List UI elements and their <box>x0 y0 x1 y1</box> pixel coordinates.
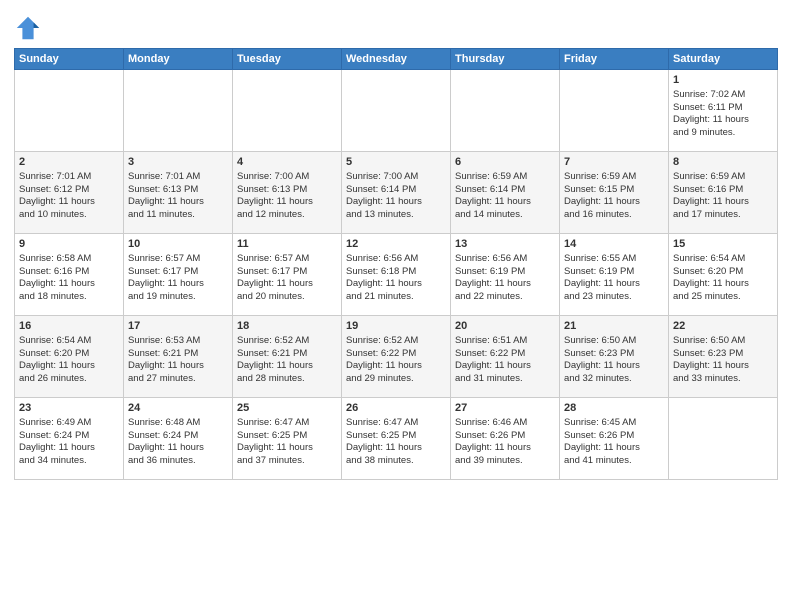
weekday-header-cell: Tuesday <box>233 49 342 70</box>
calendar-cell: 23Sunrise: 6:49 AMSunset: 6:24 PMDayligh… <box>15 398 124 480</box>
calendar-cell: 5Sunrise: 7:00 AMSunset: 6:14 PMDaylight… <box>342 152 451 234</box>
calendar-cell: 28Sunrise: 6:45 AMSunset: 6:26 PMDayligh… <box>560 398 669 480</box>
calendar-cell: 20Sunrise: 6:51 AMSunset: 6:22 PMDayligh… <box>451 316 560 398</box>
day-number: 22 <box>673 319 773 334</box>
calendar-cell: 16Sunrise: 6:54 AMSunset: 6:20 PMDayligh… <box>15 316 124 398</box>
day-number: 2 <box>19 155 119 170</box>
calendar-table: SundayMondayTuesdayWednesdayThursdayFrid… <box>14 48 778 480</box>
weekday-header-cell: Monday <box>124 49 233 70</box>
calendar-cell: 22Sunrise: 6:50 AMSunset: 6:23 PMDayligh… <box>669 316 778 398</box>
calendar-cell: 3Sunrise: 7:01 AMSunset: 6:13 PMDaylight… <box>124 152 233 234</box>
calendar-header: SundayMondayTuesdayWednesdayThursdayFrid… <box>15 49 778 70</box>
day-number: 21 <box>564 319 664 334</box>
calendar-cell <box>451 70 560 152</box>
day-number: 5 <box>346 155 446 170</box>
day-number: 4 <box>237 155 337 170</box>
day-number: 20 <box>455 319 555 334</box>
weekday-header-cell: Wednesday <box>342 49 451 70</box>
day-number: 25 <box>237 401 337 416</box>
day-number: 23 <box>19 401 119 416</box>
day-number: 12 <box>346 237 446 252</box>
day-number: 18 <box>237 319 337 334</box>
calendar-week-row: 16Sunrise: 6:54 AMSunset: 6:20 PMDayligh… <box>15 316 778 398</box>
weekday-header-row: SundayMondayTuesdayWednesdayThursdayFrid… <box>15 49 778 70</box>
calendar-week-row: 9Sunrise: 6:58 AMSunset: 6:16 PMDaylight… <box>15 234 778 316</box>
day-number: 24 <box>128 401 228 416</box>
calendar-cell: 18Sunrise: 6:52 AMSunset: 6:21 PMDayligh… <box>233 316 342 398</box>
calendar-cell: 7Sunrise: 6:59 AMSunset: 6:15 PMDaylight… <box>560 152 669 234</box>
day-number: 1 <box>673 73 773 88</box>
calendar-cell: 6Sunrise: 6:59 AMSunset: 6:14 PMDaylight… <box>451 152 560 234</box>
day-number: 28 <box>564 401 664 416</box>
calendar-cell: 27Sunrise: 6:46 AMSunset: 6:26 PMDayligh… <box>451 398 560 480</box>
calendar-cell <box>560 70 669 152</box>
day-number: 11 <box>237 237 337 252</box>
calendar-cell: 24Sunrise: 6:48 AMSunset: 6:24 PMDayligh… <box>124 398 233 480</box>
calendar-cell <box>342 70 451 152</box>
calendar-cell: 4Sunrise: 7:00 AMSunset: 6:13 PMDaylight… <box>233 152 342 234</box>
calendar-cell: 21Sunrise: 6:50 AMSunset: 6:23 PMDayligh… <box>560 316 669 398</box>
calendar-cell <box>124 70 233 152</box>
calendar-week-row: 1Sunrise: 7:02 AMSunset: 6:11 PMDaylight… <box>15 70 778 152</box>
weekday-header-cell: Thursday <box>451 49 560 70</box>
day-number: 8 <box>673 155 773 170</box>
calendar-cell: 10Sunrise: 6:57 AMSunset: 6:17 PMDayligh… <box>124 234 233 316</box>
header-row <box>14 10 778 42</box>
day-number: 13 <box>455 237 555 252</box>
calendar-cell: 8Sunrise: 6:59 AMSunset: 6:16 PMDaylight… <box>669 152 778 234</box>
calendar-cell: 11Sunrise: 6:57 AMSunset: 6:17 PMDayligh… <box>233 234 342 316</box>
day-number: 26 <box>346 401 446 416</box>
calendar-cell: 19Sunrise: 6:52 AMSunset: 6:22 PMDayligh… <box>342 316 451 398</box>
day-number: 6 <box>455 155 555 170</box>
calendar-cell: 14Sunrise: 6:55 AMSunset: 6:19 PMDayligh… <box>560 234 669 316</box>
day-number: 9 <box>19 237 119 252</box>
logo-icon <box>14 14 42 42</box>
day-number: 27 <box>455 401 555 416</box>
day-number: 14 <box>564 237 664 252</box>
calendar-cell: 9Sunrise: 6:58 AMSunset: 6:16 PMDaylight… <box>15 234 124 316</box>
calendar-cell: 13Sunrise: 6:56 AMSunset: 6:19 PMDayligh… <box>451 234 560 316</box>
day-number: 15 <box>673 237 773 252</box>
calendar-cell: 12Sunrise: 6:56 AMSunset: 6:18 PMDayligh… <box>342 234 451 316</box>
calendar-cell: 17Sunrise: 6:53 AMSunset: 6:21 PMDayligh… <box>124 316 233 398</box>
calendar-cell: 2Sunrise: 7:01 AMSunset: 6:12 PMDaylight… <box>15 152 124 234</box>
day-number: 7 <box>564 155 664 170</box>
day-number: 10 <box>128 237 228 252</box>
calendar-cell: 1Sunrise: 7:02 AMSunset: 6:11 PMDaylight… <box>669 70 778 152</box>
day-number: 17 <box>128 319 228 334</box>
day-number: 19 <box>346 319 446 334</box>
logo <box>14 14 44 42</box>
calendar-week-row: 2Sunrise: 7:01 AMSunset: 6:12 PMDaylight… <box>15 152 778 234</box>
calendar-cell <box>15 70 124 152</box>
calendar-cell: 26Sunrise: 6:47 AMSunset: 6:25 PMDayligh… <box>342 398 451 480</box>
calendar-cell: 15Sunrise: 6:54 AMSunset: 6:20 PMDayligh… <box>669 234 778 316</box>
calendar-week-row: 23Sunrise: 6:49 AMSunset: 6:24 PMDayligh… <box>15 398 778 480</box>
weekday-header-cell: Sunday <box>15 49 124 70</box>
weekday-header-cell: Saturday <box>669 49 778 70</box>
weekday-header-cell: Friday <box>560 49 669 70</box>
calendar-cell: 25Sunrise: 6:47 AMSunset: 6:25 PMDayligh… <box>233 398 342 480</box>
calendar-cell <box>233 70 342 152</box>
calendar-container: SundayMondayTuesdayWednesdayThursdayFrid… <box>0 0 792 488</box>
calendar-cell <box>669 398 778 480</box>
calendar-body: 1Sunrise: 7:02 AMSunset: 6:11 PMDaylight… <box>15 70 778 480</box>
day-number: 3 <box>128 155 228 170</box>
day-number: 16 <box>19 319 119 334</box>
